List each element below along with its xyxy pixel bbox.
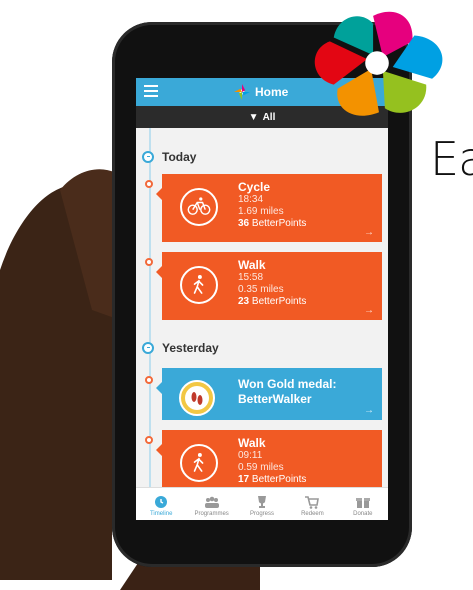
clock-icon xyxy=(142,151,154,163)
timeline-node xyxy=(145,258,153,266)
activity-time: 09:11 xyxy=(238,450,263,461)
side-heading-text: Ea xyxy=(430,132,473,186)
activity-points: 17 BetterPoints xyxy=(238,474,307,485)
section-title: Today xyxy=(162,150,197,164)
activity-points: 23 BetterPoints xyxy=(238,296,307,307)
section-yesterday: Yesterday xyxy=(142,341,219,355)
arrow-right-icon: → xyxy=(364,405,374,416)
page-title: Home xyxy=(255,85,289,99)
activity-time: 18:34 xyxy=(238,194,264,205)
activity-details: Cycle 18:34 1.69 miles 36 BetterPoints xyxy=(238,180,306,230)
activity-card-cycle[interactable]: Cycle 18:34 1.69 miles 36 BetterPoints → xyxy=(156,174,382,242)
activity-points: 36 BetterPoints xyxy=(238,218,307,229)
activity-title: Walk xyxy=(238,258,266,272)
timeline-node xyxy=(145,376,153,384)
medal-line2: BetterWalker xyxy=(238,392,312,406)
medal-line1: Won Gold medal: xyxy=(238,377,337,391)
cart-icon xyxy=(305,496,320,509)
clock-icon xyxy=(142,342,154,354)
timeline-node xyxy=(145,436,153,444)
activity-card-walk[interactable]: Walk 15:58 0.35 miles 23 BetterPoints → xyxy=(156,252,382,320)
activity-title: Walk xyxy=(238,436,266,450)
gold-medal-icon xyxy=(179,380,215,416)
filter-label: All xyxy=(262,111,276,123)
activity-distance: 0.35 miles xyxy=(238,284,284,295)
gift-icon xyxy=(355,498,370,508)
activity-title: Cycle xyxy=(238,180,271,194)
nav-programmes[interactable]: Programmes xyxy=(186,488,236,520)
medal-details: Won Gold medal: BetterWalker xyxy=(238,377,336,407)
timeline-icon xyxy=(155,496,168,508)
nav-label: Programmes xyxy=(194,511,229,517)
nav-donate[interactable]: Donate xyxy=(338,488,388,520)
medal-card[interactable]: Won Gold medal: BetterWalker → xyxy=(156,368,382,420)
activity-details: Walk 15:58 0.35 miles 23 BetterPoints xyxy=(238,258,306,308)
arrow-right-icon: → xyxy=(364,305,374,316)
trophy-icon xyxy=(258,496,267,508)
nav-label: Progress xyxy=(250,511,275,517)
nav-label: Timeline xyxy=(149,511,173,517)
activity-distance: 0.59 miles xyxy=(238,462,284,473)
nav-redeem[interactable]: Redeem xyxy=(287,488,337,520)
hamburger-menu-icon[interactable] xyxy=(144,85,158,99)
walking-icon xyxy=(180,266,218,304)
timeline-node xyxy=(145,180,153,188)
home-title-group: Home xyxy=(234,84,288,100)
walking-icon xyxy=(180,444,218,482)
betterpoints-logo-icon xyxy=(234,84,250,100)
betterpoints-logo-icon xyxy=(314,11,443,116)
arrow-right-icon: → xyxy=(364,227,374,238)
bicycle-icon xyxy=(180,188,218,226)
activity-details: Walk 09:11 0.59 miles 17 BetterPoints xyxy=(238,436,306,486)
nav-progress[interactable]: Progress xyxy=(237,488,287,520)
nav-label: Donate xyxy=(353,511,373,517)
nav-timeline[interactable]: Timeline xyxy=(136,488,186,520)
people-icon xyxy=(204,496,219,508)
nav-label: Redeem xyxy=(301,511,324,517)
activity-time: 15:58 xyxy=(238,272,264,283)
filter-icon: ▼ xyxy=(248,111,259,123)
section-title: Yesterday xyxy=(162,341,219,355)
app-screen: Home ▼ All Today Cycle 18:34 1.69 miles … xyxy=(136,78,388,520)
activity-distance: 1.69 miles xyxy=(238,206,284,217)
bottom-navigation: Timeline Programmes Progress Redeem Dona… xyxy=(136,487,388,520)
section-today: Today xyxy=(142,150,196,164)
